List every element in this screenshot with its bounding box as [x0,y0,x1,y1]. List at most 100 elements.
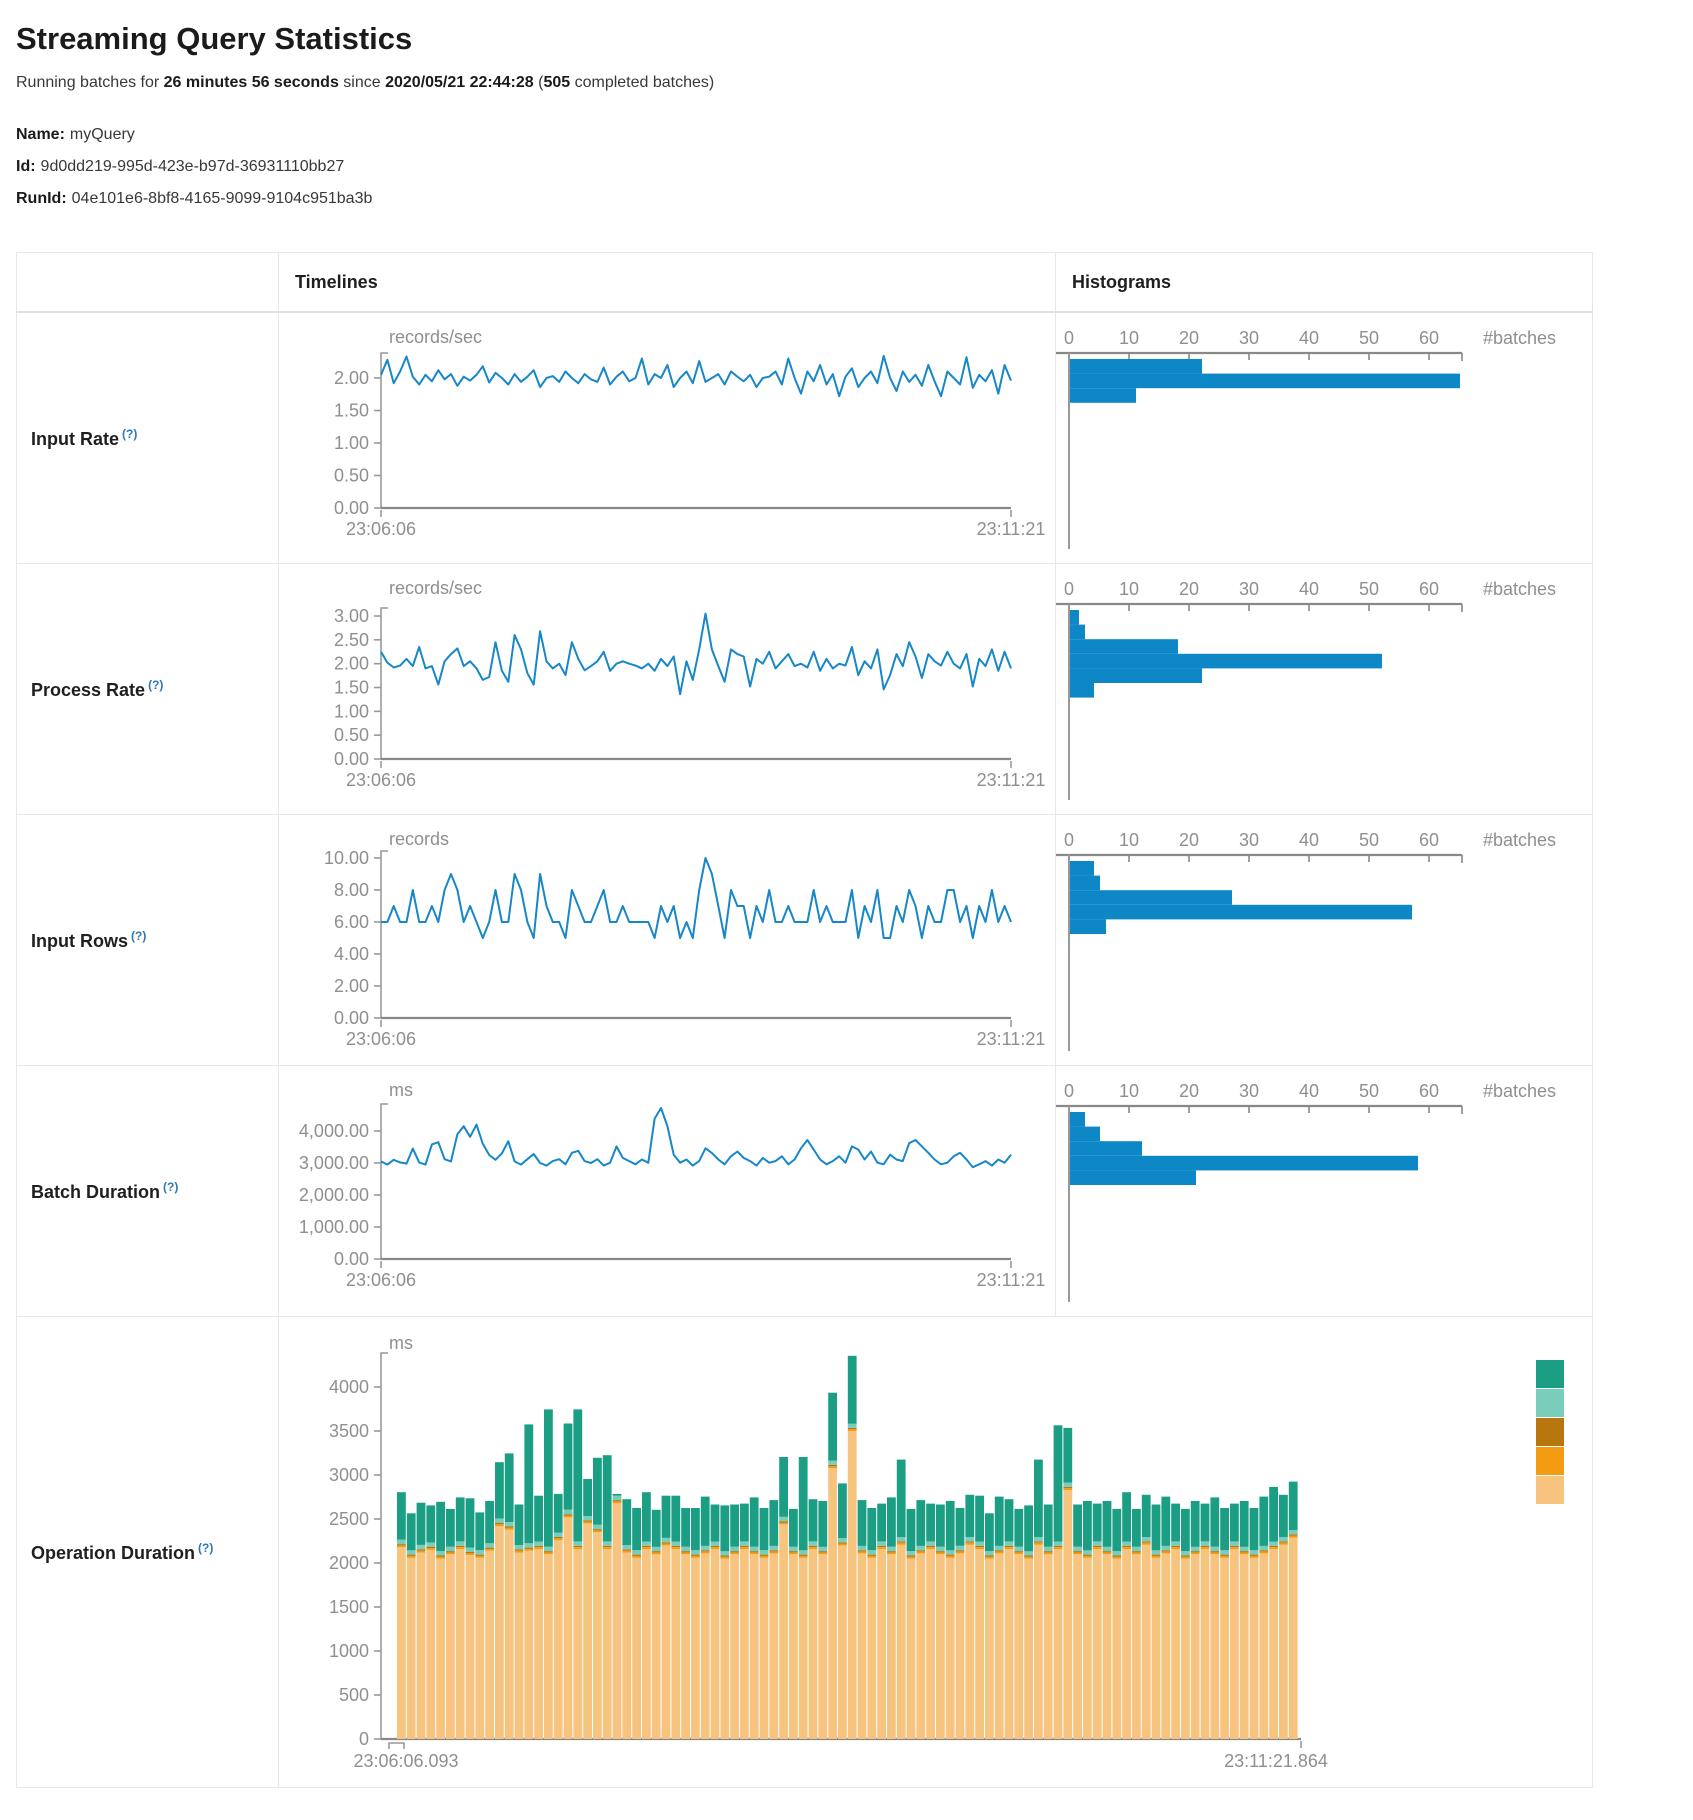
legend-swatch [1536,1447,1564,1475]
svg-text:2.00: 2.00 [334,368,369,388]
svg-text:20: 20 [1179,1081,1199,1101]
svg-text:1.50: 1.50 [334,401,369,421]
svg-text:30: 30 [1239,579,1259,599]
svg-text:60: 60 [1419,1081,1439,1101]
query-id-line: Id:9d0dd219-995d-423e-b97d-36931110bb27 [16,151,1677,183]
svg-text:10: 10 [1119,328,1139,348]
page: Streaming Query Statistics Running batch… [0,0,1693,1788]
svg-text:2500: 2500 [329,1509,369,1529]
row-label-process-rate: Process Rate [31,680,145,700]
svg-text:50: 50 [1359,328,1379,348]
svg-text:4000: 4000 [329,1377,369,1397]
svg-text:23:06:06: 23:06:06 [346,1270,416,1290]
legend [1536,1360,1564,1504]
process-rate-timeline-chart: records/sec3.002.502.001.501.000.500.002… [279,564,1056,814]
stacked-svg: ms4000350030002500200015001000500023:06:… [279,1317,1593,1787]
svg-text:20: 20 [1179,579,1199,599]
row-label-operation-duration: Operation Duration [31,1543,195,1563]
histogram-svg: 0102030405060#batches [1056,815,1593,1065]
svg-text:1.50: 1.50 [334,678,369,698]
svg-text:records: records [389,829,449,849]
svg-text:#batches: #batches [1483,830,1556,850]
svg-text:4.00: 4.00 [334,944,369,964]
svg-text:0: 0 [1064,830,1074,850]
table-header-row: Timelines Histograms [17,253,1593,313]
row-label-input-rate: Input Rate [31,429,119,449]
svg-text:0: 0 [1064,328,1074,348]
query-metadata: Name:myQuery Id:9d0dd219-995d-423e-b97d-… [16,119,1677,215]
table-row-batch-duration: Batch Duration(?) ms4,000.003,000.002,00… [17,1066,1593,1317]
query-name-line: Name:myQuery [16,119,1677,151]
timeline-series-line [381,858,1011,938]
svg-text:23:11:21: 23:11:21 [977,1270,1046,1290]
svg-text:1000: 1000 [329,1641,369,1661]
query-id-value: 9d0dd219-995d-423e-b97d-36931110bb27 [41,158,345,175]
svg-text:2.50: 2.50 [334,630,369,650]
svg-text:23:06:06: 23:06:06 [346,1029,416,1049]
help-icon[interactable]: (?) [122,427,137,441]
svg-text:4,000.00: 4,000.00 [299,1121,369,1141]
svg-text:500: 500 [339,1685,369,1705]
svg-text:ms: ms [389,1333,413,1353]
row-label-input-rows: Input Rows [31,931,128,951]
svg-text:40: 40 [1299,830,1319,850]
svg-text:2000: 2000 [329,1553,369,1573]
svg-text:60: 60 [1419,830,1439,850]
query-runid-line: RunId:04e101e6-8bf8-4165-9099-9104c951ba… [16,183,1677,215]
histograms-column-header: Histograms [1056,253,1593,313]
svg-text:20: 20 [1179,830,1199,850]
svg-text:0.50: 0.50 [334,466,369,486]
help-icon[interactable]: (?) [198,1541,213,1555]
svg-text:1500: 1500 [329,1597,369,1617]
legend-swatch [1536,1418,1564,1446]
query-runid-value: 04e101e6-8bf8-4165-9099-9104c951ba3b [72,190,373,207]
svg-text:30: 30 [1239,328,1259,348]
legend-swatch [1536,1476,1564,1504]
svg-text:3.00: 3.00 [334,606,369,626]
timeline-svg: records/sec3.002.502.001.501.000.500.002… [279,564,1056,814]
running-summary: Running batches for 26 minutes 56 second… [16,74,1677,92]
page-title: Streaming Query Statistics [16,20,1677,57]
help-icon[interactable]: (?) [163,1180,178,1194]
operation-duration-stacked-chart: ms4000350030002500200015001000500023:06:… [279,1317,1593,1787]
svg-text:23:11:21.864: 23:11:21.864 [1224,1751,1328,1771]
running-duration: 26 minutes 56 seconds [164,74,339,91]
table-row-operation-duration: Operation Duration(?) ms4000350030002500… [17,1317,1593,1788]
svg-text:10.00: 10.00 [324,848,369,868]
timeline-series-line [381,356,1011,396]
legend-swatch [1536,1360,1564,1388]
table-row-input-rows: Input Rows(?) records10.008.006.004.002.… [17,815,1593,1066]
table-row-input-rate: Input Rate(?) records/sec2.001.501.000.5… [17,312,1593,564]
start-timestamp: 2020/05/21 22:44:28 [385,74,534,91]
svg-text:23:06:06.093: 23:06:06.093 [353,1751,458,1771]
svg-text:0.00: 0.00 [334,1249,369,1269]
batch-duration-timeline-chart: ms4,000.003,000.002,000.001,000.000.0023… [279,1066,1056,1316]
svg-text:30: 30 [1239,1081,1259,1101]
svg-text:50: 50 [1359,579,1379,599]
svg-text:0.00: 0.00 [334,749,369,769]
svg-text:23:06:06: 23:06:06 [346,519,416,539]
svg-text:10: 10 [1119,1081,1139,1101]
svg-text:0: 0 [1064,579,1074,599]
svg-text:0.50: 0.50 [334,725,369,745]
histogram-bars [1070,359,1460,403]
svg-text:40: 40 [1299,579,1319,599]
help-icon[interactable]: (?) [148,678,163,692]
svg-text:0: 0 [1064,1081,1074,1101]
histogram-bars [1070,610,1382,698]
svg-text:50: 50 [1359,830,1379,850]
timeline-svg: ms4,000.003,000.002,000.001,000.000.0023… [279,1066,1056,1316]
help-icon[interactable]: (?) [131,929,146,943]
svg-text:40: 40 [1299,1081,1319,1101]
process-rate-histogram-chart: 0102030405060#batches [1056,564,1593,814]
svg-text:records/sec: records/sec [389,578,482,598]
timeline-series-line [381,614,1011,695]
svg-text:0.00: 0.00 [334,498,369,518]
svg-text:6.00: 6.00 [334,912,369,932]
timeline-svg: records/sec2.001.501.000.500.0023:06:062… [279,313,1056,563]
svg-text:#batches: #batches [1483,579,1556,599]
timelines-column-header: Timelines [279,253,1056,313]
svg-text:23:06:06: 23:06:06 [346,770,416,790]
svg-text:0: 0 [359,1729,369,1749]
svg-text:40: 40 [1299,328,1319,348]
